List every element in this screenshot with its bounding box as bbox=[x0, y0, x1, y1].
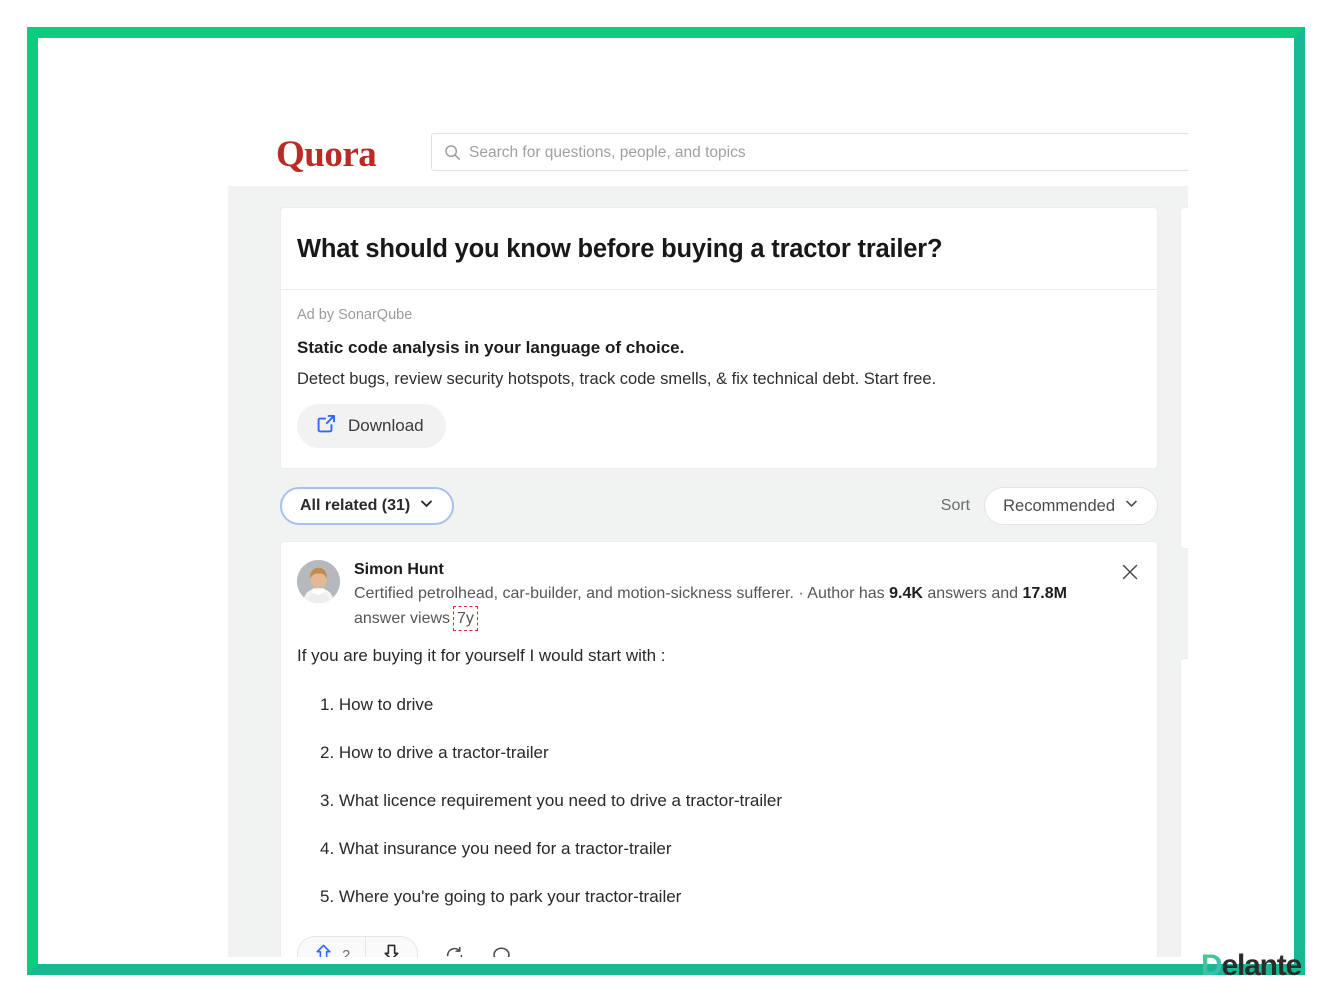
delante-logo-initial: D bbox=[1201, 949, 1223, 982]
quora-screenshot: Quora Search for questions, people, and … bbox=[228, 117, 1188, 957]
answer-intro: If you are buying it for yourself I woul… bbox=[297, 646, 666, 666]
search-placeholder: Search for questions, people, and topics bbox=[469, 144, 746, 161]
external-link-icon bbox=[316, 413, 337, 439]
upvote-arrow-icon bbox=[314, 943, 333, 957]
author-name[interactable]: Simon Hunt bbox=[354, 561, 1141, 579]
right-rail-card-bottom bbox=[1180, 658, 1188, 957]
sort-value-label: Recommended bbox=[1003, 496, 1115, 515]
ad-headline: Static code analysis in your language of… bbox=[297, 338, 685, 358]
avatar[interactable] bbox=[297, 560, 340, 604]
main-column: What should you know before buying a tra… bbox=[280, 207, 1158, 957]
comment-bubble-icon[interactable] bbox=[491, 945, 512, 957]
green-frame-border: Quora Search for questions, people, and … bbox=[27, 27, 1305, 982]
byline-text: Simon Hunt Certified petrolhead, car-bui… bbox=[354, 560, 1141, 632]
ad-sponsor-label: Ad by SonarQube bbox=[297, 307, 413, 324]
list-item: 3. What licence requirement you need to … bbox=[320, 791, 783, 811]
credential-part-1: Certified petrolhead, car-builder, and m… bbox=[354, 585, 890, 603]
views-count: 17.8M bbox=[1022, 585, 1067, 603]
all-related-dropdown[interactable]: All related (31) bbox=[280, 487, 455, 526]
repost-icon[interactable] bbox=[444, 945, 465, 957]
quora-content-area: What should you know before buying a tra… bbox=[228, 186, 1188, 957]
download-button-label: Download bbox=[348, 416, 424, 436]
search-input[interactable]: Search for questions, people, and topics bbox=[431, 133, 1188, 171]
downvote-button[interactable] bbox=[366, 937, 417, 957]
chevron-down-icon bbox=[1124, 496, 1139, 516]
filter-sort-bar: All related (31) Sort Recommended bbox=[280, 483, 1158, 529]
right-rail-card-top bbox=[1180, 207, 1188, 549]
sort-dropdown[interactable]: Recommended bbox=[984, 487, 1158, 526]
close-icon[interactable] bbox=[1119, 561, 1141, 583]
ad-body-text: Detect bugs, review security hotspots, t… bbox=[297, 370, 937, 389]
list-item: 4. What insurance you need for a tractor… bbox=[320, 839, 672, 859]
credential-part-2: answers and bbox=[922, 585, 1023, 603]
download-button[interactable]: Download bbox=[297, 404, 446, 449]
list-item: 5. Where you're going to park your tract… bbox=[320, 887, 682, 907]
answer-byline: Simon Hunt Certified petrolhead, car-bui… bbox=[297, 560, 1141, 632]
chevron-down-icon bbox=[419, 496, 434, 516]
ad-block: Ad by SonarQube Static code analysis in … bbox=[281, 290, 1157, 468]
author-credential: Certified petrolhead, car-builder, and m… bbox=[354, 582, 1141, 632]
answers-count: 9.4K bbox=[889, 585, 923, 603]
all-related-label: All related (31) bbox=[300, 497, 411, 515]
answer-body: If you are buying it for yourself I woul… bbox=[297, 644, 1141, 908]
answer-card: Simon Hunt Certified petrolhead, car-bui… bbox=[280, 541, 1158, 957]
sort-label: Sort bbox=[940, 497, 971, 515]
question-card: What should you know before buying a tra… bbox=[280, 207, 1158, 470]
list-item: 1. How to drive bbox=[320, 694, 434, 714]
search-icon bbox=[444, 144, 461, 161]
vote-group: 2 bbox=[297, 936, 419, 957]
delante-watermark: D elante bbox=[1201, 949, 1302, 983]
quora-header: Quora Search for questions, people, and … bbox=[228, 117, 1188, 187]
delante-logo-text: elante bbox=[1221, 949, 1302, 982]
downvote-arrow-icon bbox=[382, 943, 401, 957]
upvote-button[interactable]: 2 bbox=[298, 937, 365, 957]
answer-age-highlight: 7y bbox=[453, 605, 478, 632]
list-item: 2. How to drive a tractor-trailer bbox=[320, 743, 549, 763]
credential-part-3: answer views bbox=[354, 609, 451, 627]
upvote-count: 2 bbox=[342, 946, 351, 957]
answer-list: 1. How to drive 2. How to drive a tracto… bbox=[297, 694, 1141, 908]
sort-control: Sort Recommended bbox=[940, 487, 1158, 526]
answer-action-bar: 2 bbox=[297, 936, 1141, 957]
page-title: What should you know before buying a tra… bbox=[297, 235, 943, 263]
quora-logo[interactable]: Quora bbox=[276, 133, 377, 176]
